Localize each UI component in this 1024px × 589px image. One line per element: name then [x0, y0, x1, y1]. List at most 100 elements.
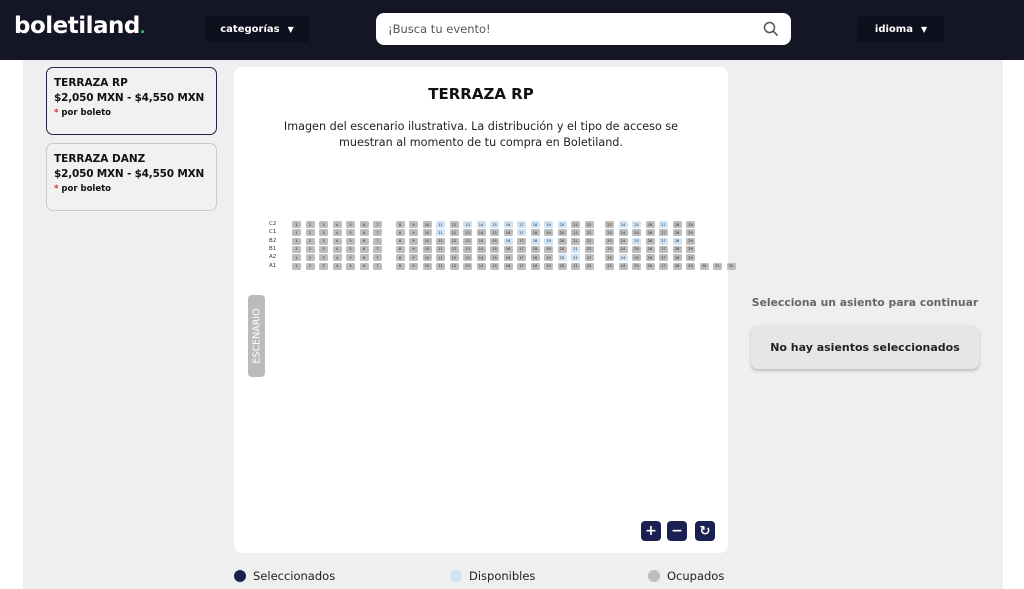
seat: 6 [359, 237, 369, 245]
seat: 4 [332, 245, 342, 253]
seat: 31 [713, 262, 722, 270]
seat: 8 [395, 254, 405, 262]
seat: 9 [409, 221, 418, 228]
seat: 18 [530, 245, 540, 253]
seat: 15 [490, 262, 499, 270]
seat: 20 [557, 229, 567, 237]
seat: 8 [395, 262, 405, 270]
seat: 17 [517, 254, 526, 262]
seat[interactable]: 24 [618, 254, 628, 262]
categories-dropdown[interactable]: categorías ▼ [205, 16, 309, 42]
seat: 8 [395, 237, 405, 245]
seat[interactable]: 20 [557, 254, 567, 262]
seat[interactable]: 13 [463, 221, 472, 228]
seat[interactable]: 25 [632, 221, 641, 228]
zoom-out-button[interactable]: − [667, 521, 687, 541]
seat[interactable]: 19 [544, 237, 553, 245]
seat[interactable]: 15 [490, 221, 499, 228]
seat: 12 [449, 254, 459, 262]
seat: 21 [571, 229, 580, 237]
map-title: TERRAZA RP [428, 85, 534, 103]
seat: 3 [319, 237, 328, 245]
seat: 15 [490, 254, 499, 262]
seat: 25 [632, 245, 641, 253]
seat: 14 [476, 237, 486, 245]
seat: 12 [449, 245, 459, 253]
seat: 23 [605, 262, 614, 270]
seat[interactable]: 11 [436, 229, 445, 237]
search-icon[interactable] [763, 21, 779, 37]
seat[interactable]: 25 [632, 237, 641, 245]
seat[interactable]: 21 [571, 245, 580, 253]
seat: 7 [373, 262, 382, 270]
selected-dot-icon [234, 570, 246, 582]
seat: 23 [605, 229, 614, 237]
no-seats-selected-box: No hay asientos seleccionados [751, 325, 979, 369]
seat: 7 [373, 245, 382, 253]
seat[interactable]: 17 [517, 221, 526, 228]
seat: 10 [422, 229, 432, 237]
seat: 27 [659, 262, 668, 270]
boletiland-logo[interactable]: boletiland. [14, 13, 145, 39]
seat[interactable]: 18 [530, 221, 540, 228]
section-card-terraza-rp[interactable]: TERRAZA RP $2,050 MXN - $4,550 MXN * por… [46, 67, 217, 135]
seat-map-panel: TERRAZA RP Imagen del escenario ilustrat… [234, 67, 736, 553]
seat: 24 [618, 237, 628, 245]
seat: 16 [503, 245, 513, 253]
section-price: $2,050 MXN - $4,550 MXN [54, 92, 205, 104]
seat: 29 [686, 262, 695, 270]
seat: 22 [584, 229, 594, 237]
seat: 1 [292, 254, 301, 262]
seat[interactable]: 11 [436, 221, 445, 228]
seat: 26 [645, 254, 655, 262]
seat: 11 [436, 262, 445, 270]
seat: 22 [584, 237, 594, 245]
reset-view-button[interactable]: ↻ [695, 521, 715, 541]
seat[interactable]: 16 [503, 221, 513, 228]
seat: 5 [346, 221, 355, 228]
seat: 15 [490, 229, 499, 237]
seat: 28 [672, 245, 682, 253]
seat[interactable]: 20 [557, 221, 567, 228]
section-note: * por boleto [54, 108, 112, 118]
seat: 17 [517, 262, 526, 270]
seat[interactable]: 18 [530, 237, 540, 245]
zoom-in-button[interactable]: + [641, 521, 661, 541]
seat: 14 [476, 262, 486, 270]
seat[interactable]: 28 [672, 237, 682, 245]
seat: 18 [530, 229, 540, 237]
seat: 24 [618, 262, 628, 270]
section-note: * por boleto [54, 184, 112, 194]
seat: 13 [463, 254, 472, 262]
seat: 4 [332, 237, 342, 245]
seat: 29 [686, 254, 695, 262]
seat: 5 [346, 254, 355, 262]
section-name: TERRAZA RP [54, 77, 128, 89]
seat[interactable]: 17 [517, 229, 526, 237]
seat: 1 [292, 245, 301, 253]
seat[interactable]: 16 [503, 237, 513, 245]
seat: 15 [490, 245, 499, 253]
language-dropdown[interactable]: idioma ▼ [858, 16, 944, 42]
seat: 1 [292, 262, 301, 270]
seat: 5 [346, 229, 355, 237]
seat: 7 [373, 221, 382, 228]
seat[interactable]: 24 [618, 221, 628, 228]
seat: 7 [373, 254, 382, 262]
seat: 32 [726, 262, 736, 270]
seat: 3 [319, 254, 328, 262]
search-input[interactable] [388, 22, 763, 36]
seat[interactable]: 14 [476, 221, 486, 228]
seat: 28 [672, 229, 682, 237]
seat: 1 [292, 221, 301, 228]
section-card-terraza-danz[interactable]: TERRAZA DANZ $2,050 MXN - $4,550 MXN * p… [46, 143, 217, 211]
seat: 19 [544, 245, 553, 253]
seat: 23 [605, 254, 614, 262]
seat[interactable]: 27 [659, 237, 668, 245]
search-bar[interactable] [376, 13, 791, 45]
seat[interactable]: 21 [571, 254, 580, 262]
seat[interactable]: 19 [544, 221, 553, 228]
seat[interactable]: 27 [659, 221, 668, 228]
seat: 11 [436, 254, 445, 262]
seat: 26 [645, 229, 655, 237]
